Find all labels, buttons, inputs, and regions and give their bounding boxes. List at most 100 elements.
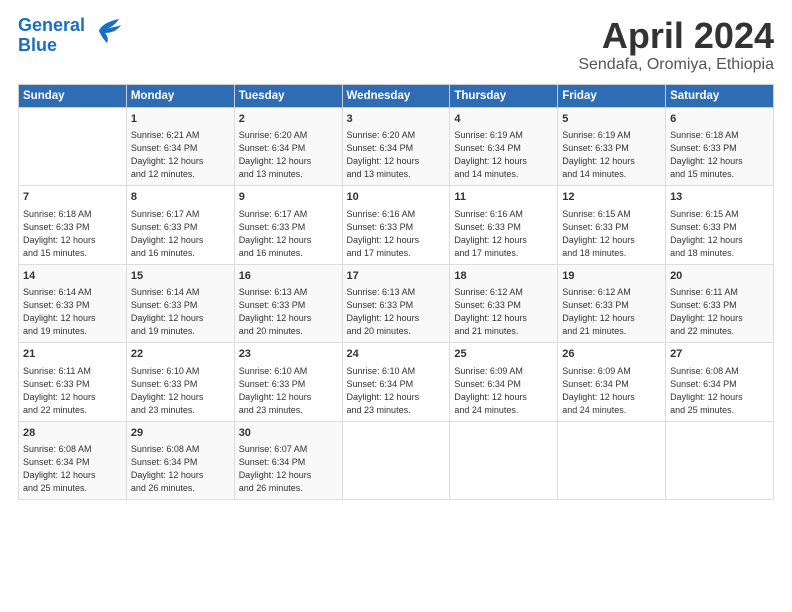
col-header-saturday: Saturday bbox=[666, 84, 774, 107]
day-info: Sunrise: 6:08 AM Sunset: 6:34 PM Dayligh… bbox=[131, 443, 230, 495]
day-info: Sunrise: 6:10 AM Sunset: 6:33 PM Dayligh… bbox=[239, 365, 338, 417]
day-number: 15 bbox=[131, 269, 230, 284]
logo-text: GeneralBlue bbox=[18, 16, 85, 56]
calendar-cell: 5 Sunrise: 6:19 AM Sunset: 6:33 PM Daylig… bbox=[558, 107, 666, 186]
calendar-cell: 4 Sunrise: 6:19 AM Sunset: 6:34 PM Daylig… bbox=[450, 107, 558, 186]
day-number: 20 bbox=[670, 269, 769, 284]
calendar-cell: 1Sunrise: 6:21 AM Sunset: 6:34 PM Daylig… bbox=[126, 107, 234, 186]
day-info: Sunrise: 6:19 AM Sunset: 6:34 PM Dayligh… bbox=[454, 129, 553, 181]
day-info: Sunrise: 6:11 AM Sunset: 6:33 PM Dayligh… bbox=[23, 365, 122, 417]
day-info: Sunrise: 6:20 AM Sunset: 6:34 PM Dayligh… bbox=[239, 129, 338, 181]
day-number: 28 bbox=[23, 426, 122, 441]
calendar-week-row: 1Sunrise: 6:21 AM Sunset: 6:34 PM Daylig… bbox=[19, 107, 774, 186]
logo: GeneralBlue bbox=[18, 16, 121, 56]
day-number: 14 bbox=[23, 269, 122, 284]
calendar-cell: 16 Sunrise: 6:13 AM Sunset: 6:33 PM Dayli… bbox=[234, 264, 342, 343]
calendar-cell: 8 Sunrise: 6:17 AM Sunset: 6:33 PM Daylig… bbox=[126, 186, 234, 265]
day-info: Sunrise: 6:12 AM Sunset: 6:33 PM Dayligh… bbox=[562, 286, 661, 338]
main-title: April 2024 bbox=[578, 16, 774, 56]
page: GeneralBlue April 2024 Sendafa, Oromiya,… bbox=[0, 0, 792, 612]
day-number: 17 bbox=[347, 269, 446, 284]
day-info: Sunrise: 6:14 AM Sunset: 6:33 PM Dayligh… bbox=[23, 286, 122, 338]
calendar-cell: 14 Sunrise: 6:14 AM Sunset: 6:33 PM Dayli… bbox=[19, 264, 127, 343]
day-info: Sunrise: 6:18 AM Sunset: 6:33 PM Dayligh… bbox=[670, 129, 769, 181]
calendar-cell: 23 Sunrise: 6:10 AM Sunset: 6:33 PM Dayli… bbox=[234, 343, 342, 422]
day-info: Sunrise: 6:17 AM Sunset: 6:33 PM Dayligh… bbox=[131, 208, 230, 260]
calendar-cell: 25Sunrise: 6:09 AM Sunset: 6:34 PM Dayli… bbox=[450, 343, 558, 422]
day-number: 5 bbox=[562, 112, 661, 127]
calendar-cell bbox=[19, 107, 127, 186]
calendar-cell: 9 Sunrise: 6:17 AM Sunset: 6:33 PM Daylig… bbox=[234, 186, 342, 265]
day-number: 29 bbox=[131, 426, 230, 441]
day-number: 30 bbox=[239, 426, 338, 441]
logo-bird-icon bbox=[89, 17, 121, 45]
col-header-friday: Friday bbox=[558, 84, 666, 107]
day-info: Sunrise: 6:21 AM Sunset: 6:34 PM Dayligh… bbox=[131, 129, 230, 181]
day-number: 6 bbox=[670, 112, 769, 127]
calendar-cell: 22Sunrise: 6:10 AM Sunset: 6:33 PM Dayli… bbox=[126, 343, 234, 422]
day-number: 23 bbox=[239, 347, 338, 362]
day-info: Sunrise: 6:12 AM Sunset: 6:33 PM Dayligh… bbox=[454, 286, 553, 338]
calendar-week-row: 14 Sunrise: 6:14 AM Sunset: 6:33 PM Dayli… bbox=[19, 264, 774, 343]
day-info: Sunrise: 6:15 AM Sunset: 6:33 PM Dayligh… bbox=[670, 208, 769, 260]
calendar-week-row: 7 Sunrise: 6:18 AM Sunset: 6:33 PM Daylig… bbox=[19, 186, 774, 265]
calendar-cell bbox=[666, 421, 774, 500]
day-info: Sunrise: 6:16 AM Sunset: 6:33 PM Dayligh… bbox=[347, 208, 446, 260]
day-info: Sunrise: 6:08 AM Sunset: 6:34 PM Dayligh… bbox=[23, 443, 122, 495]
day-info: Sunrise: 6:11 AM Sunset: 6:33 PM Dayligh… bbox=[670, 286, 769, 338]
calendar-cell: 15 Sunrise: 6:14 AM Sunset: 6:33 PM Dayli… bbox=[126, 264, 234, 343]
day-number: 21 bbox=[23, 347, 122, 362]
day-number: 16 bbox=[239, 269, 338, 284]
calendar-cell: 2 Sunrise: 6:20 AM Sunset: 6:34 PM Daylig… bbox=[234, 107, 342, 186]
calendar-cell: 24 Sunrise: 6:10 AM Sunset: 6:34 PM Dayli… bbox=[342, 343, 450, 422]
day-number: 9 bbox=[239, 190, 338, 205]
calendar-cell: 10 Sunrise: 6:16 AM Sunset: 6:33 PM Dayli… bbox=[342, 186, 450, 265]
day-info: Sunrise: 6:09 AM Sunset: 6:34 PM Dayligh… bbox=[562, 365, 661, 417]
calendar-table: SundayMondayTuesdayWednesdayThursdayFrid… bbox=[18, 84, 774, 501]
day-info: Sunrise: 6:09 AM Sunset: 6:34 PM Dayligh… bbox=[454, 365, 553, 417]
calendar-cell: 13 Sunrise: 6:15 AM Sunset: 6:33 PM Dayli… bbox=[666, 186, 774, 265]
col-header-monday: Monday bbox=[126, 84, 234, 107]
day-number: 26 bbox=[562, 347, 661, 362]
day-info: Sunrise: 6:07 AM Sunset: 6:34 PM Dayligh… bbox=[239, 443, 338, 495]
day-number: 2 bbox=[239, 112, 338, 127]
calendar-cell: 17Sunrise: 6:13 AM Sunset: 6:33 PM Dayli… bbox=[342, 264, 450, 343]
day-number: 10 bbox=[347, 190, 446, 205]
calendar-week-row: 21 Sunrise: 6:11 AM Sunset: 6:33 PM Dayli… bbox=[19, 343, 774, 422]
calendar-cell: 7 Sunrise: 6:18 AM Sunset: 6:33 PM Daylig… bbox=[19, 186, 127, 265]
calendar-cell: 28 Sunrise: 6:08 AM Sunset: 6:34 PM Dayli… bbox=[19, 421, 127, 500]
calendar-cell: 6 Sunrise: 6:18 AM Sunset: 6:33 PM Daylig… bbox=[666, 107, 774, 186]
day-info: Sunrise: 6:20 AM Sunset: 6:34 PM Dayligh… bbox=[347, 129, 446, 181]
day-info: Sunrise: 6:17 AM Sunset: 6:33 PM Dayligh… bbox=[239, 208, 338, 260]
day-info: Sunrise: 6:19 AM Sunset: 6:33 PM Dayligh… bbox=[562, 129, 661, 181]
calendar-cell: 18 Sunrise: 6:12 AM Sunset: 6:33 PM Dayli… bbox=[450, 264, 558, 343]
calendar-cell: 19 Sunrise: 6:12 AM Sunset: 6:33 PM Dayli… bbox=[558, 264, 666, 343]
calendar-cell bbox=[342, 421, 450, 500]
day-number: 4 bbox=[454, 112, 553, 127]
day-info: Sunrise: 6:10 AM Sunset: 6:34 PM Dayligh… bbox=[347, 365, 446, 417]
day-info: Sunrise: 6:13 AM Sunset: 6:33 PM Dayligh… bbox=[239, 286, 338, 338]
day-number: 24 bbox=[347, 347, 446, 362]
title-block: April 2024 Sendafa, Oromiya, Ethiopia bbox=[578, 16, 774, 74]
day-info: Sunrise: 6:18 AM Sunset: 6:33 PM Dayligh… bbox=[23, 208, 122, 260]
calendar-cell: 11Sunrise: 6:16 AM Sunset: 6:33 PM Dayli… bbox=[450, 186, 558, 265]
calendar-cell: 3 Sunrise: 6:20 AM Sunset: 6:34 PM Daylig… bbox=[342, 107, 450, 186]
day-info: Sunrise: 6:16 AM Sunset: 6:33 PM Dayligh… bbox=[454, 208, 553, 260]
day-number: 13 bbox=[670, 190, 769, 205]
col-header-wednesday: Wednesday bbox=[342, 84, 450, 107]
header: GeneralBlue April 2024 Sendafa, Oromiya,… bbox=[18, 16, 774, 74]
calendar-cell: 29 Sunrise: 6:08 AM Sunset: 6:34 PM Dayli… bbox=[126, 421, 234, 500]
day-info: Sunrise: 6:15 AM Sunset: 6:33 PM Dayligh… bbox=[562, 208, 661, 260]
calendar-cell: 12Sunrise: 6:15 AM Sunset: 6:33 PM Dayli… bbox=[558, 186, 666, 265]
calendar-cell: 27Sunrise: 6:08 AM Sunset: 6:34 PM Dayli… bbox=[666, 343, 774, 422]
col-header-thursday: Thursday bbox=[450, 84, 558, 107]
day-number: 27 bbox=[670, 347, 769, 362]
day-number: 8 bbox=[131, 190, 230, 205]
day-info: Sunrise: 6:14 AM Sunset: 6:33 PM Dayligh… bbox=[131, 286, 230, 338]
day-number: 18 bbox=[454, 269, 553, 284]
calendar-cell: 30 Sunrise: 6:07 AM Sunset: 6:34 PM Dayli… bbox=[234, 421, 342, 500]
day-number: 19 bbox=[562, 269, 661, 284]
day-number: 7 bbox=[23, 190, 122, 205]
calendar-header-row: SundayMondayTuesdayWednesdayThursdayFrid… bbox=[19, 84, 774, 107]
day-number: 3 bbox=[347, 112, 446, 127]
